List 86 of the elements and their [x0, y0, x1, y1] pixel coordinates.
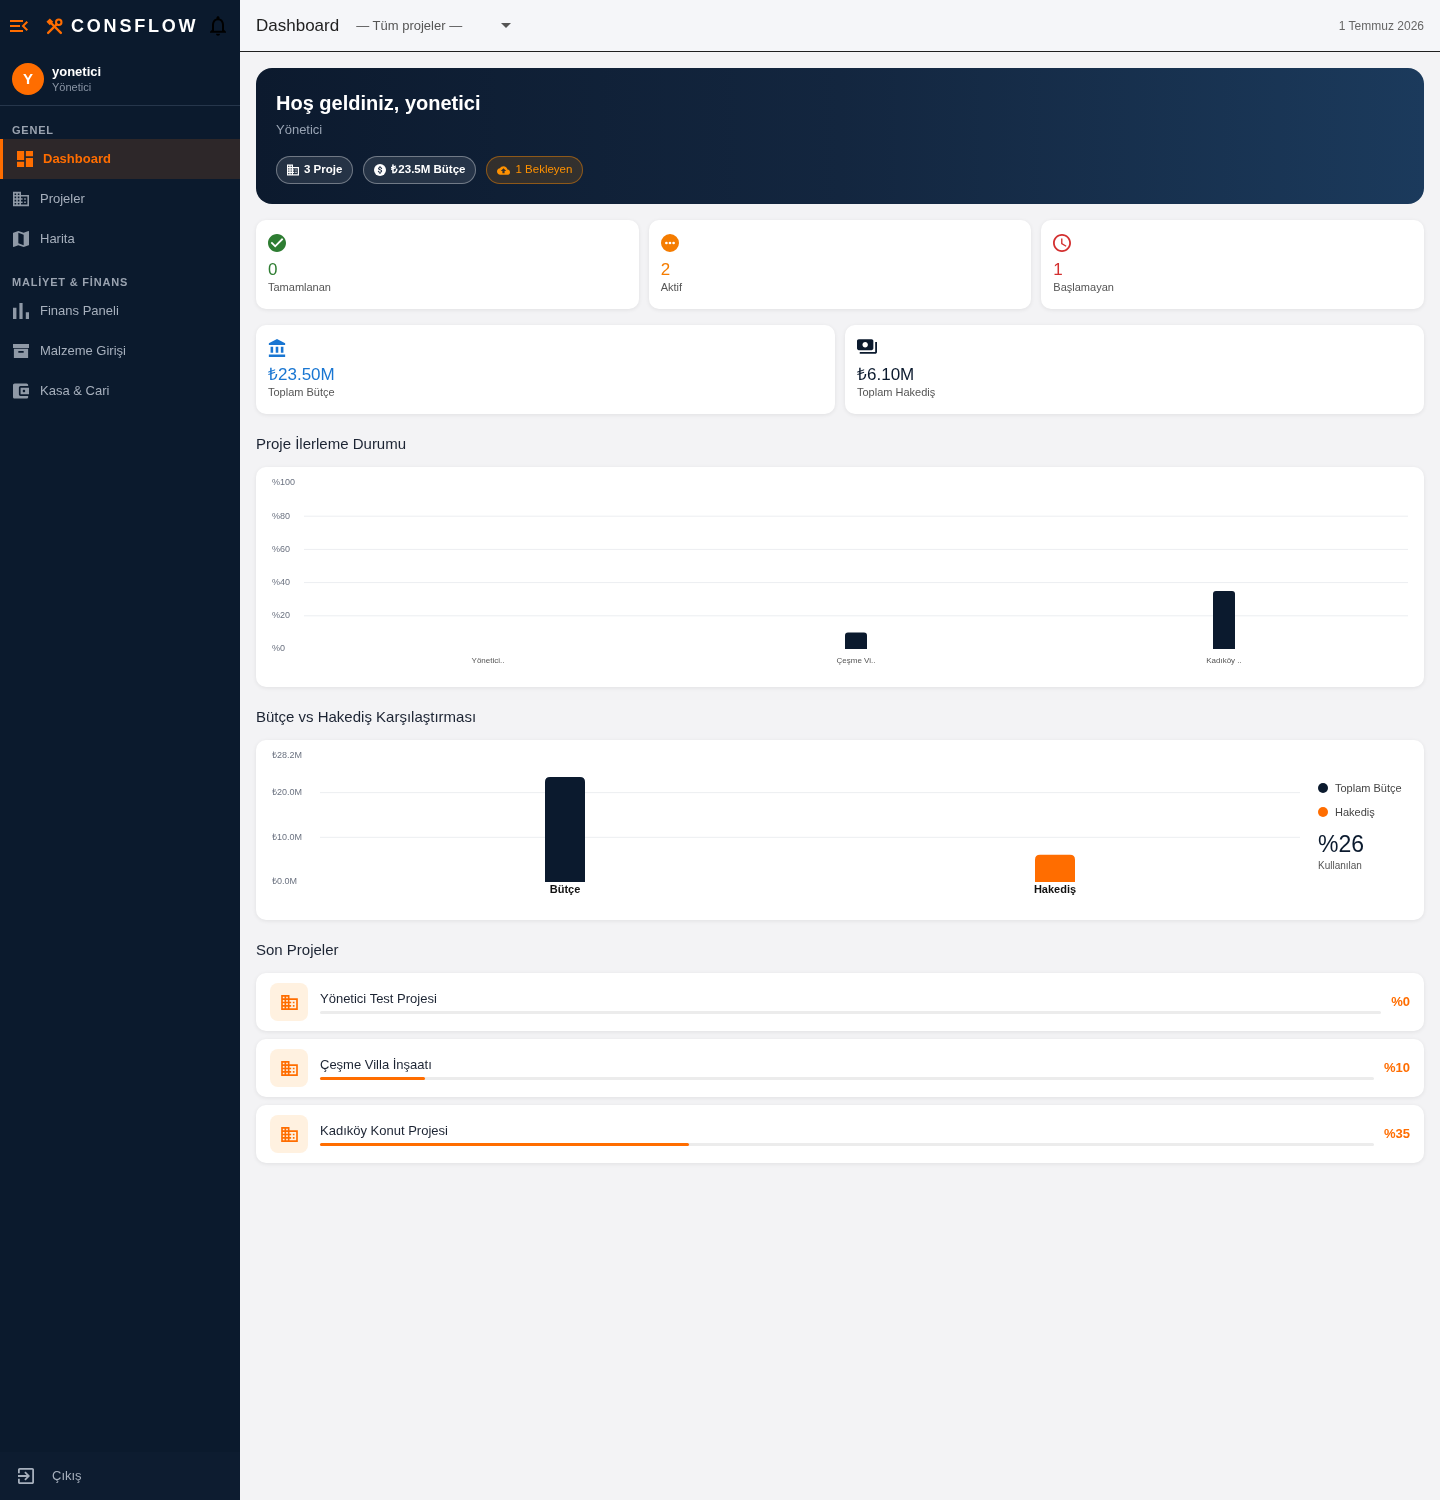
- section-title: Son Projeler: [256, 940, 340, 960]
- building-icon: [270, 1049, 308, 1087]
- date-text: 1 Temmuz 2026: [1338, 17, 1424, 35]
- legend-label: Hakediş: [1335, 805, 1375, 820]
- category-label: Kadıköy ..: [1206, 656, 1242, 666]
- stat-value: 2: [660, 260, 672, 280]
- project-filter-select[interactable]: — Tüm projeler —: [356, 15, 512, 36]
- category-label: Yönetici..: [471, 656, 505, 666]
- axis-tick-label: %60: [272, 543, 290, 554]
- user-role: Yönetici: [52, 79, 93, 94]
- stat-value: 0: [268, 260, 279, 280]
- chart-bar: [1035, 854, 1075, 882]
- chart-bar: [1213, 590, 1235, 649]
- section-label: MALİYET & FİNANS: [11, 275, 130, 289]
- axis-tick-label: %80: [272, 510, 290, 521]
- user-role-text: Yönetici: [276, 121, 324, 139]
- axis-tick-label: ₺20.0M: [272, 787, 302, 797]
- stat-label: Toplam Hakediş: [857, 385, 937, 399]
- caret-icon: [501, 23, 512, 28]
- axis-tick-label: ₺0.0M: [272, 876, 297, 887]
- archive-box-icon: [13, 343, 29, 359]
- axis-tick-label: %100: [272, 477, 296, 488]
- chip-label: 1 Bekleyen: [515, 162, 573, 178]
- category-label: Bütçe: [549, 882, 581, 895]
- stat-label: Aktif: [660, 280, 684, 294]
- brand-name: CONSFLOW: [71, 15, 199, 37]
- project-list-item[interactable]: Kadıköy Konut Projesi %35: [256, 1105, 1424, 1163]
- project-name: Çeşme Villa İnşaatı: [320, 1056, 433, 1073]
- user-avatar: Y: [12, 62, 44, 95]
- stat-label: Toplam Bütçe: [268, 385, 336, 399]
- legend-label: Toplam Bütçe: [1335, 781, 1402, 796]
- logout-icon: [18, 1468, 34, 1484]
- section-title: Bütçe vs Hakediş Karşılaştırması: [256, 707, 478, 727]
- sidebar-item[interactable]: Harita: [0, 219, 240, 259]
- stat-value: ₺6.10M: [857, 365, 916, 385]
- menu-collapse-button[interactable]: [10, 20, 28, 32]
- building-icon: [270, 1115, 308, 1153]
- sidebar-item[interactable]: Projeler: [0, 179, 240, 219]
- axis-tick-label: %40: [272, 576, 290, 587]
- axis-tick-label: %0: [272, 643, 285, 654]
- page-title: Dashboard: [256, 14, 340, 37]
- section-label: GENEL: [11, 123, 55, 137]
- project-name: Kadıköy Konut Projesi: [320, 1122, 449, 1139]
- category-label: Hakediş: [1033, 882, 1077, 895]
- axis-tick-label: %20: [272, 610, 290, 621]
- chart-bar: [845, 632, 867, 649]
- project-name: Yönetici Test Projesi: [320, 990, 438, 1007]
- progress-percent: %35: [1383, 1125, 1410, 1144]
- bell-icon: [210, 16, 226, 36]
- progress-percent: %0: [1391, 993, 1410, 1012]
- section-title: Proje İlerleme Durumu: [256, 434, 408, 454]
- usage-percent: %26: [1318, 831, 1366, 857]
- cloud-upload-icon: [497, 165, 511, 175]
- logout-link[interactable]: Çıkış: [18, 1466, 82, 1486]
- tools-logo-icon: [46, 17, 63, 35]
- progress-percent: %10: [1383, 1059, 1410, 1078]
- bank-icon: [268, 339, 286, 357]
- stat-label: Başlamayan: [1053, 280, 1115, 294]
- building-icon: [287, 164, 299, 176]
- chip-label: 3 Proje: [304, 162, 343, 178]
- category-label: Çeşme Vi..: [836, 656, 876, 666]
- banknote-icon: [857, 339, 877, 354]
- sidebar-item[interactable]: Malzeme Girişi: [0, 331, 240, 371]
- clock-icon: [1053, 234, 1072, 252]
- sidebar-item[interactable]: Kasa & Cari: [0, 371, 240, 411]
- stat-value: ₺23.50M: [268, 365, 336, 385]
- axis-tick-label: ₺10.0M: [272, 831, 302, 842]
- bar-chart-icon: [13, 303, 29, 319]
- axis-tick-label: ₺28.2M: [272, 750, 302, 761]
- user-name: yonetici: [52, 63, 102, 80]
- project-list-item[interactable]: Çeşme Villa İnşaatı %10: [256, 1039, 1424, 1097]
- welcome-title: Hoş geldiniz, yonetici: [276, 91, 482, 116]
- stat-value: 1: [1053, 260, 1064, 280]
- menu-icon: [10, 20, 28, 32]
- building-icon: [13, 191, 29, 207]
- sidebar-item[interactable]: Finans Paneli: [0, 291, 240, 331]
- building-icon: [270, 983, 308, 1021]
- project-list-item[interactable]: Yönetici Test Projesi %0: [256, 973, 1424, 1031]
- dashboard-icon: [17, 151, 33, 167]
- map-icon: [13, 231, 29, 247]
- stat-label: Tamamlanan: [268, 280, 332, 294]
- chip-label: ₺23.5M Bütçe: [391, 162, 466, 178]
- wallet-icon: [13, 383, 29, 399]
- sidebar-item[interactable]: Dashboard: [0, 139, 240, 179]
- usage-label: Kullanılan: [1318, 859, 1363, 872]
- dollar-coin-icon: [374, 164, 387, 176]
